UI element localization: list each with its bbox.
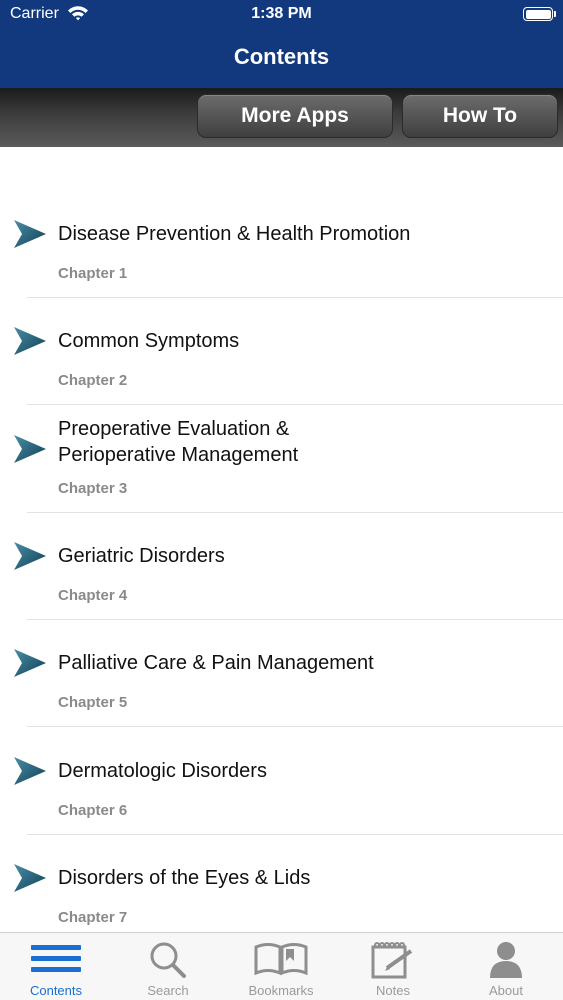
chapter-row[interactable]: Dermatologic Disorders Chapter 6 [0,728,563,835]
chapter-subtitle: Chapter 6 [58,801,128,819]
chapter-subtitle: Chapter 5 [58,694,128,712]
chapter-title: Palliative Care & Pain Management [58,652,374,675]
chapter-title: Geriatric Disorders [58,544,225,567]
chapter-row[interactable]: Disorders of the Eyes & Lids Chapter 7 [0,835,563,932]
more-apps-button[interactable]: More Apps [197,94,393,138]
status-time: 1:38 PM [251,5,312,22]
chevron-right-icon [14,756,46,785]
tab-bar: Contents Search Bookmarks Notes About [0,932,563,1000]
chapter-row[interactable]: Common Symptoms Chapter 2 [0,298,563,406]
chapter-row[interactable]: Disease Prevention & Health Promotion Cha… [0,191,563,298]
chapter-title: Dermatologic Disorders [58,759,267,782]
chevron-right-icon [14,434,46,463]
chevron-right-icon [14,220,46,248]
chevron-right-icon [14,649,46,678]
chapter-subtitle: Chapter 2 [58,372,128,390]
tab-label: Contents [29,983,83,998]
chapter-row[interactable]: Palliative Care & Pain Management Chapter… [0,620,563,728]
chapter-title: Disease Prevention & Health Promotion [58,223,411,245]
chapter-title: Common Symptoms [58,330,240,353]
book-icon [225,941,337,979]
person-icon [450,941,562,979]
tab-contents[interactable]: Contents [0,933,112,1000]
how-to-button[interactable]: How To [402,94,558,138]
tab-bookmarks[interactable]: Bookmarks [225,933,337,1000]
chapter-row[interactable]: Geriatric Disorders Chapter 4 [0,513,563,620]
tab-label: Bookmarks [248,983,314,998]
chevron-right-icon [14,541,46,570]
chapter-subtitle: Chapter 1 [58,265,128,282]
list-icon [0,941,112,979]
chevron-right-icon [14,863,46,892]
toolbar: More Apps How To [0,88,563,147]
tab-label: Search [147,983,189,998]
tab-label: Notes [376,983,410,998]
chapter-subtitle: Chapter 4 [58,586,128,604]
tab-search[interactable]: Search [112,933,224,1000]
chapter-subtitle: Chapter 7 [58,908,128,926]
chapter-title: Disorders of the Eyes & Lids [58,866,311,889]
tab-about[interactable]: About [450,933,562,1000]
chapter-row[interactable]: Preoperative Evaluation & Perioperative … [0,406,563,513]
battery-cap [554,11,556,17]
chapter-list: Disease Prevention & Health Promotion Cha… [0,147,563,932]
battery-icon [523,7,553,21]
chapter-title: Preoperative Evaluation & Perioperative … [58,417,299,466]
tab-label: About [489,983,523,998]
nav-bar: Carrier 1:38 PM Contents [0,0,563,88]
chevron-right-icon [14,327,46,356]
chapter-subtitle: Chapter 3 [58,479,128,497]
notepad-icon [337,941,449,979]
status-bar: Carrier 1:38 PM [0,0,563,30]
page-title: Contents [233,44,330,69]
tab-notes[interactable]: Notes [337,933,449,1000]
search-icon [112,941,224,979]
